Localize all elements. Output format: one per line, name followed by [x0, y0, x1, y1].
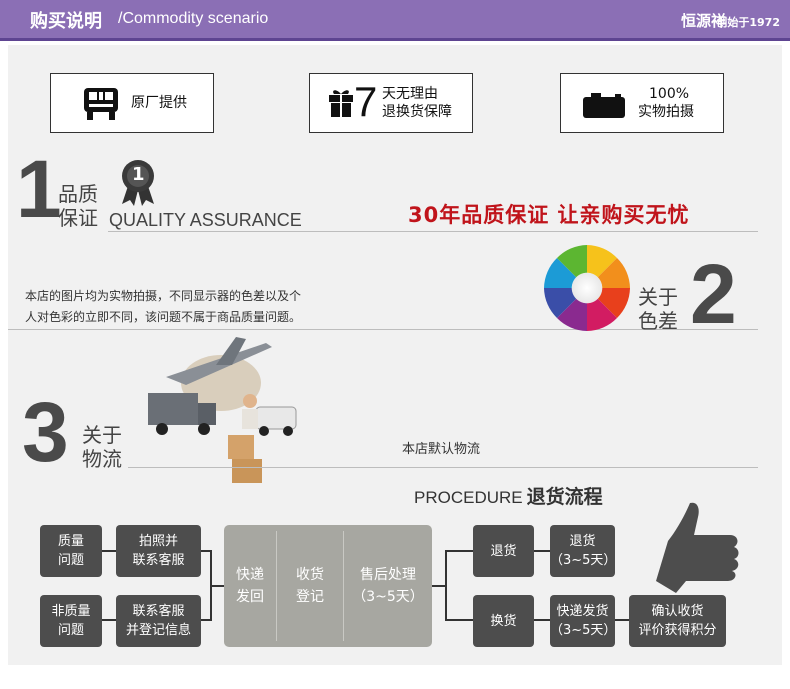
procedure-title-en: PROCEDURE: [414, 488, 523, 507]
feature-photo: 100% 实物拍摄: [560, 73, 724, 133]
connector: [210, 585, 224, 587]
connector: [102, 619, 116, 621]
feature-return-line1: 天无理由: [382, 86, 438, 102]
step-contact-register-l2: 并登记信息: [125, 623, 191, 638]
step-ship-goods-l1: 快递发货: [556, 604, 609, 619]
section2-para-line1: 本店的图片均为实物拍摄，不同显示器的色差以及个: [25, 289, 302, 303]
step-photo-contact-l1: 拍照并: [138, 534, 178, 549]
header-title-zh: 购买说明: [30, 11, 102, 32]
connector: [445, 619, 473, 621]
feature-factory: 原厂提供: [50, 73, 214, 133]
procedure-title-zh: 退货流程: [526, 486, 603, 508]
step-quality-issue-l2: 问题: [57, 553, 84, 568]
section1-en: QUALITY ASSURANCE: [109, 210, 302, 230]
feature-photo-line2: 实物拍摄: [638, 104, 694, 120]
connector: [102, 550, 116, 552]
procedure-title: PROCEDURE 退货流程: [414, 482, 603, 509]
step-after-sales-l2: （3~5天）: [352, 589, 424, 605]
step-ship-goods: 快递发货 （3~5天）: [550, 595, 617, 647]
section1-slogan: 30年品质保证 让亲购买无忧: [408, 203, 690, 227]
brand-sub: 创始于1972: [716, 16, 780, 29]
step-ship-goods-l2: （3~5天）: [550, 623, 617, 638]
step-ship-back-l2: 发回: [236, 589, 264, 605]
feature-return-days: 7: [354, 78, 378, 125]
connector: [445, 550, 447, 621]
connector: [432, 585, 446, 587]
step-non-quality-l2: 问题: [57, 623, 84, 638]
feature-return-line2: 退换货保障: [382, 104, 452, 120]
step-photo-contact: 拍照并 联系客服: [116, 525, 201, 577]
thumbs-up-icon: [656, 502, 739, 593]
step-quality-issue-l1: 质量: [57, 534, 84, 549]
step-receive-l2: 登记: [296, 589, 324, 605]
header-title-en: /Commodity scenario: [118, 10, 269, 27]
logistics-image: [148, 337, 297, 483]
step-after-sales: 售后处理 （3~5天）: [344, 525, 432, 647]
content-panel: 原厂提供 7 天无理由 退换货保障 100% 实物拍摄 1 品质 保证 1 QU…: [8, 45, 782, 665]
connector: [615, 619, 629, 621]
step-ship-back: 快递 发回: [224, 525, 276, 647]
divider-1: [108, 231, 758, 232]
divider-3: [128, 467, 758, 468]
step-contact-register: 联系客服 并登记信息: [116, 595, 201, 647]
step-quality-issue: 质量 问题: [40, 525, 102, 577]
section1-title-line1: 品质: [58, 182, 98, 206]
step-confirm-l1: 确认收货: [651, 604, 704, 619]
section3-note: 本店默认物流: [402, 442, 481, 457]
step-receive-l1: 收货: [296, 567, 324, 583]
section2-title-line2: 色差: [638, 309, 678, 333]
step-photo-contact-l2: 联系客服: [132, 553, 185, 568]
section3-number: 3: [22, 385, 69, 479]
section3-title-line1: 关于: [82, 423, 122, 447]
step-after-sales-l1: 售后处理: [359, 567, 416, 583]
section2-para-line2: 人对色彩的立即不同，该问题不属于商品质量问题。: [25, 310, 302, 324]
section1-number: 1: [16, 144, 62, 235]
camera-icon: [583, 93, 625, 118]
step-confirm-receipt: 确认收货评价获得积分: [629, 595, 726, 647]
step-confirm-l2: 评价获得积分: [638, 623, 717, 638]
feature-return: 7 天无理由 退换货保障: [309, 73, 473, 133]
middle-process-box: 快递发回 收货登记 售后处理 （3~5天）: [224, 525, 432, 647]
header-bar: 购买说明 /Commodity scenario 恒源祥 创始于1972: [0, 0, 790, 41]
color-wheel-icon: [544, 245, 630, 331]
step-ship-back-l1: 快递: [236, 567, 264, 583]
connector: [534, 619, 550, 621]
step-exchange: 换货: [473, 595, 534, 647]
step-return-time: 退货 （3~5天）: [550, 525, 617, 577]
truck-icon: [84, 88, 118, 120]
section2-number: 2: [690, 247, 737, 341]
section2-title-line1: 关于: [638, 285, 678, 309]
feature-photo-line1: 100%: [649, 86, 690, 102]
feature-factory-label: 原厂提供: [131, 95, 187, 111]
medal-number: 1: [132, 164, 145, 185]
step-return-time-l1: 退货: [569, 534, 596, 549]
connector: [534, 550, 550, 552]
gift-icon: [329, 90, 353, 117]
step-return-time-l2: （3~5天）: [550, 553, 617, 568]
step-contact-register-l1: 联系客服: [132, 604, 185, 619]
section3-title-line2: 物流: [82, 447, 122, 471]
step-receive-register: 收货 登记: [277, 525, 343, 647]
step-return: 退货: [473, 525, 534, 577]
step-non-quality-l1: 非质量: [51, 604, 91, 619]
step-non-quality-issue: 非质量 问题: [40, 595, 102, 647]
connector: [445, 550, 473, 552]
section1-title-line2: 保证: [58, 206, 98, 230]
section2-paragraph: 本店的图片均为实物拍摄，不同显示器的色差以及个 人对色彩的立即不同，该问题不属于…: [25, 286, 385, 328]
